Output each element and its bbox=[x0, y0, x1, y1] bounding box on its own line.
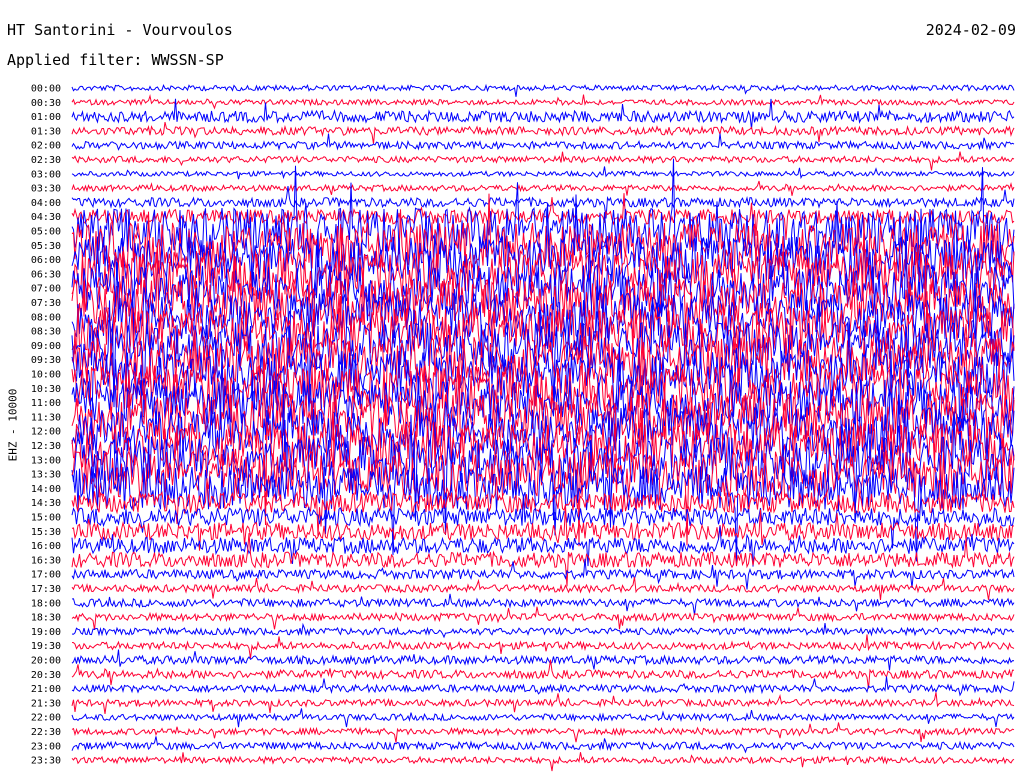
time-label: 12:30 bbox=[31, 441, 61, 452]
time-label: 09:00 bbox=[31, 341, 61, 352]
time-label: 06:00 bbox=[31, 255, 61, 266]
time-label: 23:30 bbox=[31, 756, 61, 767]
time-label: 23:00 bbox=[31, 741, 61, 752]
trace-line bbox=[71, 533, 1015, 587]
time-label: 22:00 bbox=[31, 713, 61, 724]
time-label: 08:30 bbox=[31, 327, 61, 338]
time-label: 17:30 bbox=[31, 584, 61, 595]
time-label: 01:30 bbox=[31, 126, 61, 137]
time-label: 19:00 bbox=[31, 627, 61, 638]
time-label: 10:00 bbox=[31, 370, 61, 381]
time-label: 21:30 bbox=[31, 698, 61, 709]
time-label: 00:00 bbox=[31, 84, 61, 95]
time-label: 18:00 bbox=[31, 598, 61, 609]
time-label: 14:30 bbox=[31, 498, 61, 509]
time-label: 20:30 bbox=[31, 670, 61, 681]
time-label: 14:00 bbox=[31, 484, 61, 495]
trace-line bbox=[71, 676, 1015, 697]
time-label: 05:30 bbox=[31, 241, 61, 252]
time-label: 16:30 bbox=[31, 555, 61, 566]
trace-line bbox=[71, 722, 1015, 743]
time-label: 16:00 bbox=[31, 541, 61, 552]
time-label: 07:00 bbox=[31, 284, 61, 295]
trace-line bbox=[71, 98, 1015, 130]
time-label: 07:30 bbox=[31, 298, 61, 309]
trace-line bbox=[71, 659, 1015, 689]
time-label: 04:00 bbox=[31, 198, 61, 209]
time-label: 03:30 bbox=[31, 184, 61, 195]
trace-line bbox=[71, 649, 1015, 671]
time-label: 10:30 bbox=[31, 384, 61, 395]
trace-line bbox=[71, 180, 1015, 196]
time-label: 22:30 bbox=[31, 727, 61, 738]
time-label: 09:30 bbox=[31, 355, 61, 366]
time-label: 02:30 bbox=[31, 155, 61, 166]
time-label: 15:30 bbox=[31, 527, 61, 538]
trace-line bbox=[71, 83, 1015, 97]
time-label: 13:30 bbox=[31, 470, 61, 481]
trace-line bbox=[71, 692, 1015, 714]
trace-line bbox=[71, 752, 1015, 772]
time-label: 11:00 bbox=[31, 398, 61, 409]
seismogram-plot: 00:00 00:30 01:00 01:30 02:00 02:30 03:00 03:30… bbox=[31, 83, 1015, 772]
trace-line bbox=[71, 94, 1015, 110]
trace-line bbox=[71, 736, 1015, 754]
time-label: 19:30 bbox=[31, 641, 61, 652]
time-label: 13:00 bbox=[31, 455, 61, 466]
trace-line bbox=[71, 133, 1015, 151]
time-label: 03:00 bbox=[31, 169, 61, 180]
trace-line bbox=[71, 576, 1015, 601]
time-label: 00:30 bbox=[31, 98, 61, 109]
trace-line bbox=[71, 151, 1015, 171]
time-label: 18:30 bbox=[31, 613, 61, 624]
trace-line bbox=[71, 121, 1015, 144]
time-label: 17:00 bbox=[31, 570, 61, 581]
time-label: 15:00 bbox=[31, 513, 61, 524]
time-label: 06:30 bbox=[31, 269, 61, 280]
trace-line bbox=[71, 634, 1015, 659]
trace-line bbox=[71, 606, 1015, 630]
trace-line bbox=[71, 622, 1015, 639]
time-label: 04:30 bbox=[31, 212, 61, 223]
time-label: 20:00 bbox=[31, 656, 61, 667]
time-label: 02:00 bbox=[31, 141, 61, 152]
time-label: 08:00 bbox=[31, 312, 61, 323]
trace-line bbox=[71, 166, 1015, 180]
time-label: 01:00 bbox=[31, 112, 61, 123]
time-label: 12:00 bbox=[31, 427, 61, 438]
time-label: 05:00 bbox=[31, 227, 61, 238]
time-label: 11:30 bbox=[31, 412, 61, 423]
time-label: 21:00 bbox=[31, 684, 61, 695]
